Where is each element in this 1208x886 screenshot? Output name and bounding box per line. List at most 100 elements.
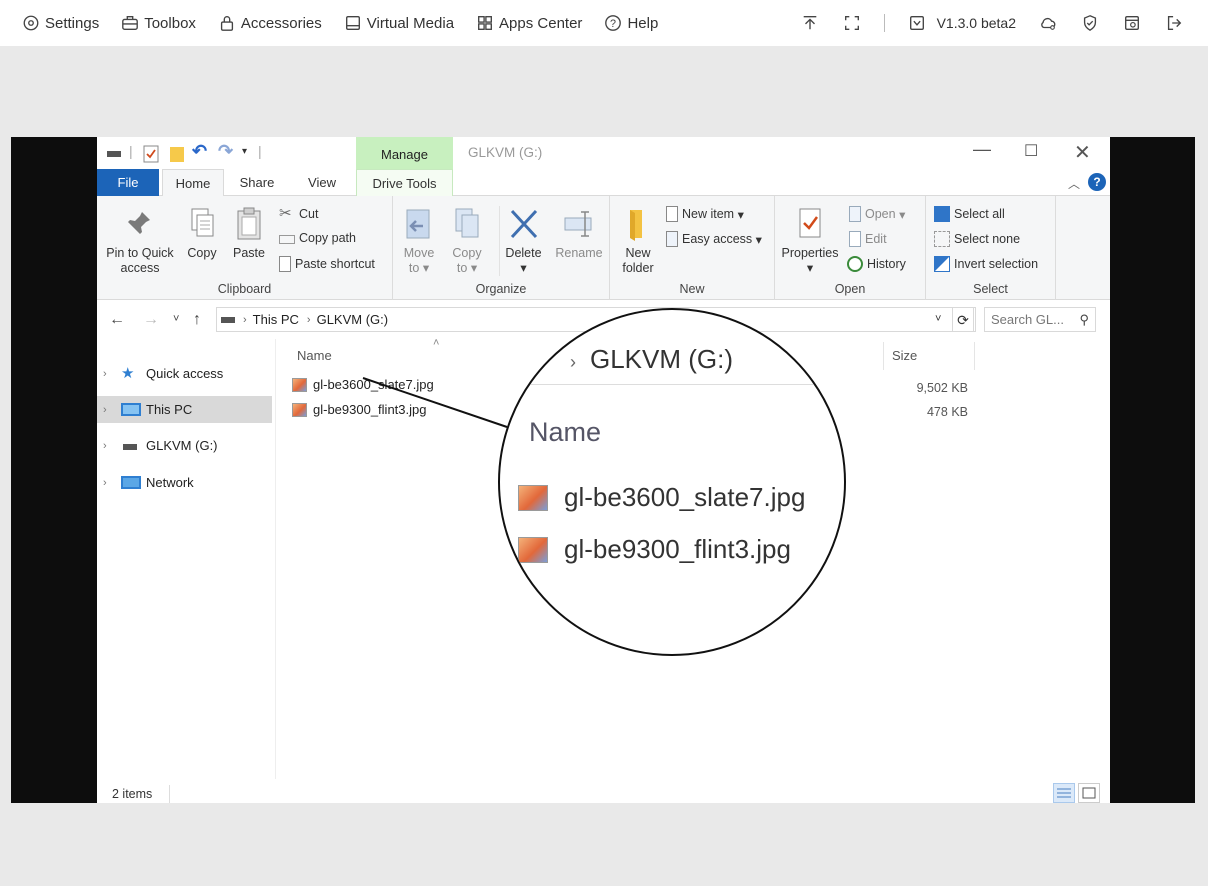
nav-toolbox[interactable]: Toolbox (121, 14, 196, 32)
cut-button[interactable]: ✂ Cut (279, 206, 318, 222)
nav-settings[interactable]: Settings (22, 14, 99, 32)
edit-button[interactable]: Edit (849, 231, 887, 247)
select-all-button[interactable]: Select all (934, 206, 1005, 222)
checkbox-icon (909, 16, 924, 30)
qat-divider: | (129, 143, 133, 159)
expand-chevron-icon[interactable]: › (103, 440, 121, 452)
folder-icon (630, 210, 642, 241)
nav-network-label: Network (146, 475, 194, 490)
column-header-size[interactable]: Size (892, 348, 917, 363)
paste-shortcut-label: Paste shortcut (295, 257, 375, 271)
column-divider[interactable] (883, 342, 884, 370)
breadcrumb-this-pc[interactable]: This PC (253, 312, 299, 327)
expand-chevron-icon[interactable]: › (103, 404, 121, 416)
tab-view[interactable]: View (297, 169, 347, 196)
image-file-icon (518, 484, 548, 511)
nav-this-pc[interactable]: › This PC (97, 396, 272, 423)
select-all-icon (934, 206, 950, 222)
nav-virtual-media-label: Virtual Media (366, 14, 455, 32)
close-button[interactable]: ✕ (1074, 140, 1091, 165)
move-to-label-1: Move (403, 246, 435, 260)
remote-screen[interactable]: | ↶ ↷ ▾ | Manage GLKVM (G:) — ☐ ✕ File H… (11, 137, 1195, 803)
manage-context-tab[interactable]: Manage (356, 137, 453, 169)
paste-shortcut-button[interactable]: Paste shortcut (279, 256, 375, 272)
delete-button[interactable]: Delete ▾ (499, 206, 547, 276)
paste-button[interactable]: Paste (229, 206, 269, 261)
tab-drive-tools[interactable]: Drive Tools (356, 169, 453, 196)
collapse-ribbon-icon[interactable]: ︿ (1068, 175, 1080, 192)
breadcrumb-glkvm[interactable]: GLKVM (G:) (317, 312, 389, 327)
recent-locations-icon[interactable]: ˅ (173, 313, 179, 325)
file-row[interactable]: gl-be9300_flint3.jpg (292, 402, 426, 417)
scissors-icon: ✂ (279, 205, 292, 222)
help-icon[interactable]: ? (1088, 173, 1106, 191)
rename-button[interactable]: Rename (551, 206, 607, 261)
address-dropdown-icon[interactable]: ˅ (935, 313, 941, 325)
easy-access-button[interactable]: Easy access ▾ (666, 231, 762, 247)
maximize-button[interactable]: ☐ (1024, 141, 1038, 161)
minimize-button[interactable]: — (973, 139, 991, 160)
nav-apps-center[interactable]: Apps Center (476, 14, 582, 32)
select-all-label: Select all (954, 207, 1005, 221)
tab-home[interactable]: Home (162, 169, 224, 197)
new-folder-button[interactable]: New folder (614, 206, 662, 276)
file-row[interactable]: gl-be3600_slate7.jpg (292, 377, 434, 392)
details-view-button[interactable] (1053, 783, 1075, 803)
tab-file[interactable]: File (97, 169, 159, 196)
move-to-button[interactable]: Move to ▾ (397, 206, 441, 276)
expand-chevron-icon[interactable]: › (103, 368, 121, 380)
expand-chevron-icon[interactable]: › (103, 477, 121, 489)
fullscreen-icon (844, 16, 859, 30)
nav-glkvm-drive[interactable]: › GLKVM (G:) (97, 432, 272, 459)
new-group: New folder New item ▾ Easy access ▾ New (610, 196, 775, 300)
properties-button[interactable]: Properties ▾ (779, 206, 841, 276)
undo-icon[interactable]: ↶ (192, 141, 207, 162)
status-divider (169, 785, 170, 803)
cloud-button[interactable] (1038, 13, 1058, 33)
new-folder-icon[interactable] (169, 145, 185, 163)
redo-icon[interactable]: ↷ (218, 141, 233, 162)
copy-button[interactable]: Copy (181, 206, 223, 261)
tab-share[interactable]: Share (232, 169, 282, 196)
search-icon: ⚲ (1079, 312, 1089, 327)
back-arrow-icon[interactable]: ← (109, 311, 125, 329)
column-divider[interactable] (974, 342, 975, 370)
nav-network[interactable]: › Network (97, 469, 272, 496)
new-item-button[interactable]: New item ▾ (666, 206, 744, 222)
fullscreen-button[interactable] (842, 13, 862, 33)
qat-customize-icon[interactable]: ▾ (242, 146, 247, 157)
magnified-divider (500, 384, 820, 385)
pane-splitter[interactable] (275, 339, 276, 779)
large-icons-view-button[interactable] (1078, 783, 1100, 803)
upload-button[interactable] (800, 13, 820, 33)
copy-path-button[interactable]: Copy path (279, 231, 356, 245)
nav-accessories[interactable]: Accessories (218, 14, 322, 32)
edit-label: Edit (865, 232, 887, 246)
new-group-label: New (679, 282, 705, 296)
reboot-button[interactable] (1122, 13, 1142, 33)
forward-arrow-icon[interactable]: → (143, 311, 159, 329)
pin-to-quick-access-button[interactable]: Pin to Quick access (103, 206, 177, 276)
nav-virtual-media[interactable]: Virtual Media (344, 14, 454, 32)
copy-to-button[interactable]: Copy to ▾ (445, 206, 489, 276)
open-button[interactable]: Open ▾ (849, 206, 905, 222)
invert-selection-button[interactable]: Invert selection (934, 256, 1038, 272)
security-button[interactable] (1080, 13, 1100, 33)
search-box[interactable]: Search GL... ⚲ (984, 307, 1096, 332)
rename-icon (564, 211, 592, 237)
copy-to-label-2: to (456, 261, 468, 275)
column-header-name[interactable]: Name (297, 348, 332, 363)
drive-icon (123, 443, 137, 450)
version-check-button[interactable] (907, 13, 927, 33)
apps-grid-icon (478, 16, 493, 30)
copy-to-icon (455, 208, 479, 238)
logout-button[interactable] (1164, 13, 1184, 33)
refresh-button[interactable]: ⟳ (952, 307, 974, 332)
nav-quick-access[interactable]: › ★ Quick access (97, 360, 272, 387)
select-none-button[interactable]: Select none (934, 231, 1020, 247)
nav-help[interactable]: ? Help (604, 14, 658, 32)
history-button[interactable]: History (847, 256, 906, 272)
properties-check-icon[interactable] (143, 145, 159, 163)
clipboard-group: Pin to Quick access Copy Paste ✂ Cut Cop… (97, 196, 393, 300)
up-arrow-icon[interactable]: ↑ (193, 311, 201, 329)
